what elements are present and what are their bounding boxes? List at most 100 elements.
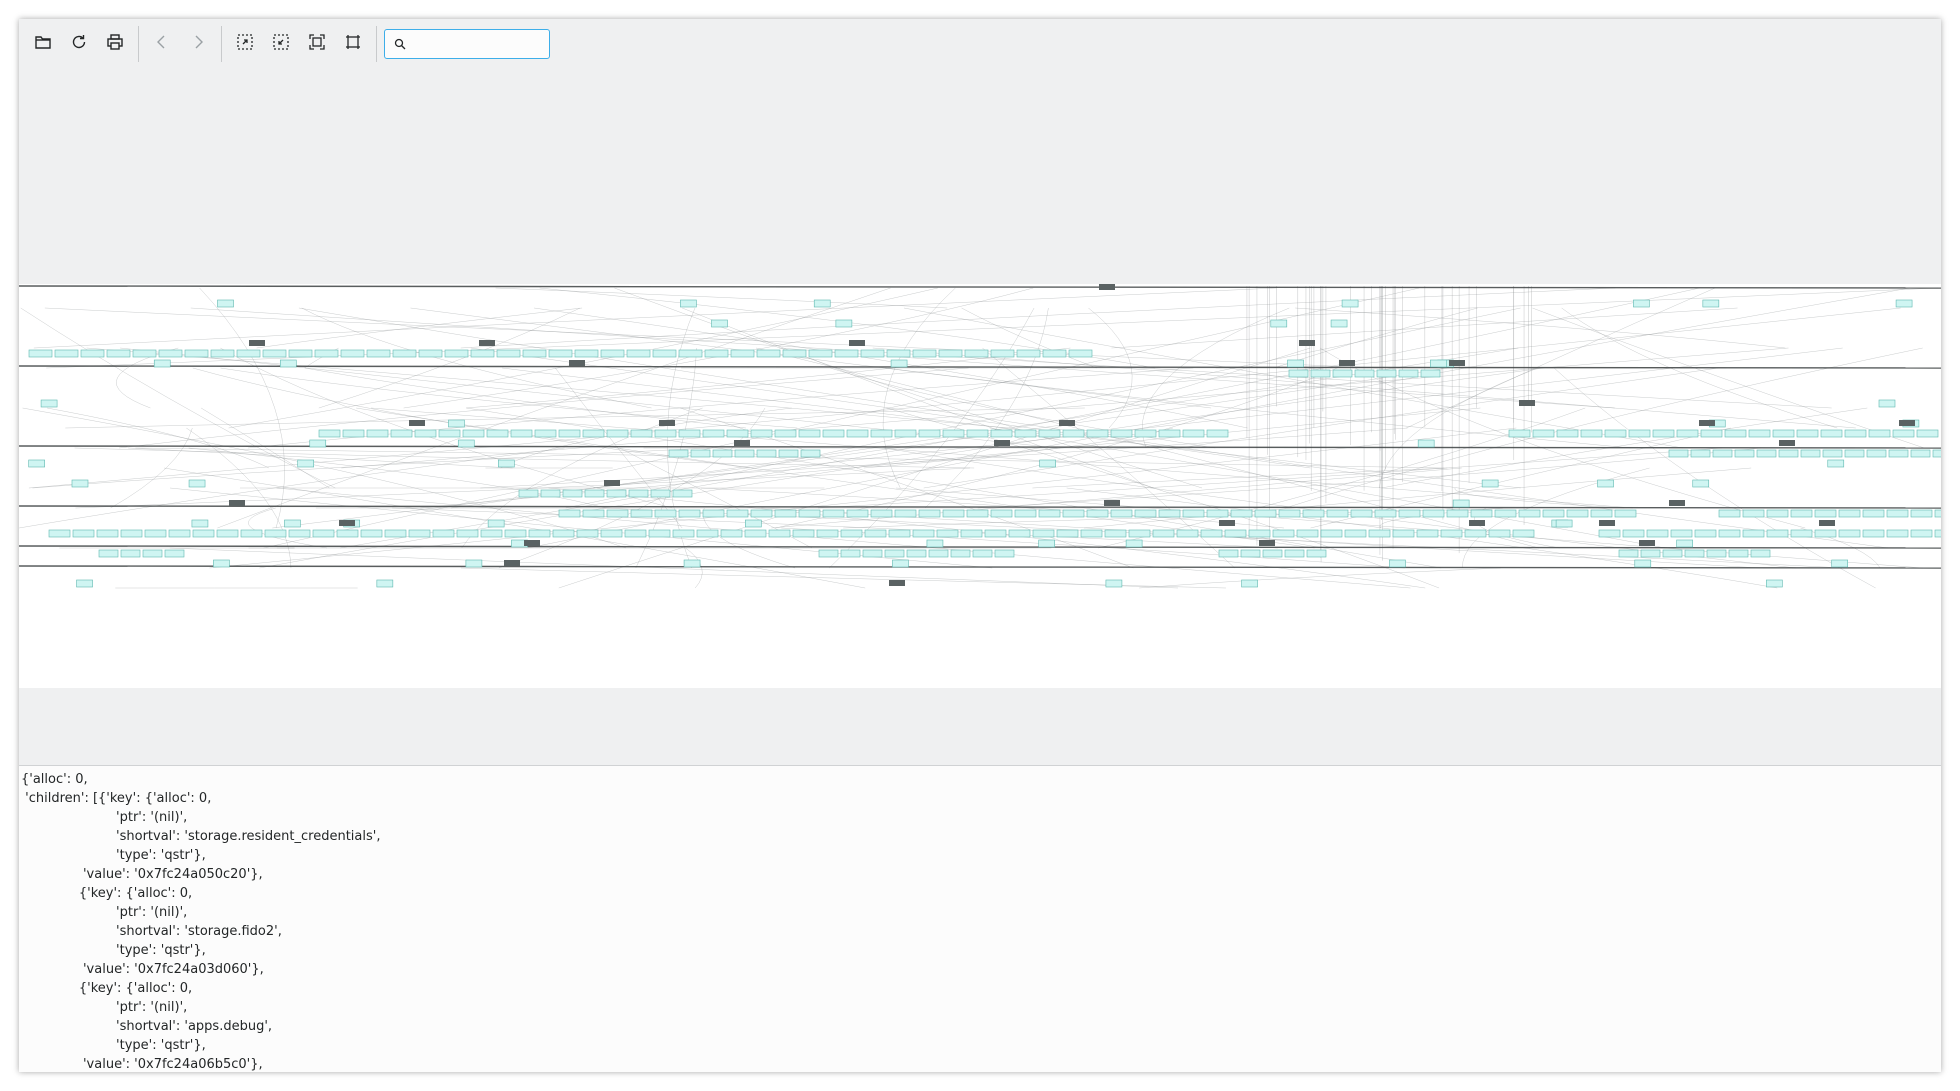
open-button[interactable] (25, 26, 61, 62)
graph-node (1440, 529, 1463, 538)
back-button[interactable] (144, 26, 180, 62)
graph-node (1862, 529, 1885, 538)
details-line: 'type': 'qstr'}, (116, 1038, 206, 1053)
graph-node (1724, 429, 1747, 438)
graph-node (164, 549, 185, 558)
forward-button[interactable] (180, 26, 216, 62)
graph-view[interactable] (19, 284, 1941, 688)
graph-node (846, 509, 869, 518)
graph-node (846, 429, 869, 438)
graph-node (750, 429, 773, 438)
graph-node (648, 529, 671, 538)
graph-node (1820, 429, 1843, 438)
graph-node (1712, 449, 1733, 458)
graph-edge (33, 287, 1277, 349)
details-panel[interactable]: {'alloc': 0, 'children': [{'key': {'allo… (19, 765, 1941, 1072)
graph-hub-node (1899, 420, 1915, 426)
search-input[interactable] (412, 32, 532, 56)
graph-node (624, 529, 647, 538)
graph-node (1676, 539, 1693, 548)
graph-canvas[interactable] (19, 69, 1941, 765)
graph-node (584, 489, 605, 498)
graph-node (153, 359, 171, 368)
graph-hub-node (524, 540, 540, 546)
graph-node (1512, 529, 1535, 538)
graph-node (1690, 449, 1711, 458)
graph-edge (666, 307, 696, 569)
details-line: {'key': {'alloc': 0, (78, 981, 193, 996)
zoom-out-button[interactable] (263, 26, 299, 62)
graph-node (834, 349, 859, 358)
graph-node (552, 529, 575, 538)
graph-node (1886, 529, 1909, 538)
graph-node (340, 349, 365, 358)
graph-node (1700, 429, 1723, 438)
graph-node (606, 509, 629, 518)
graph-node (1062, 509, 1085, 518)
graph-node (288, 529, 311, 538)
graph-node (711, 319, 728, 328)
graph-node (726, 509, 749, 518)
graph-node (1718, 529, 1741, 538)
graph-node (470, 349, 495, 358)
graph-edge (201, 407, 330, 489)
graph-node (1014, 429, 1037, 438)
graph-hub-node (504, 560, 520, 566)
details-text: {'alloc': 0, 'children': [{'key': {'allo… (21, 770, 1941, 1072)
zoom-original-button[interactable] (335, 26, 371, 62)
graph-node (582, 429, 605, 438)
graph-node (217, 299, 234, 308)
graph-node (487, 519, 505, 528)
graph-node (54, 349, 79, 358)
graph-node (1772, 429, 1795, 438)
graph-node (774, 429, 797, 438)
graph-node (1628, 429, 1651, 438)
graph-node (1032, 529, 1055, 538)
graph-node (1790, 509, 1813, 518)
graph-node (744, 529, 767, 538)
graph-node (1224, 529, 1247, 538)
zoom-in-button[interactable] (227, 26, 263, 62)
print-button[interactable] (97, 26, 133, 62)
graph-node (184, 349, 209, 358)
details-line: 'value': '0x7fc24a03d060'}, (82, 962, 264, 977)
graph-node (994, 549, 1015, 558)
graph-node (1766, 509, 1789, 518)
graph-node (756, 349, 781, 358)
search-box[interactable] (384, 29, 550, 59)
graph-edge (1098, 407, 1586, 549)
graph-node (1684, 549, 1705, 558)
graph-node (1330, 319, 1348, 328)
graph-node (1420, 369, 1441, 378)
graph-node (1008, 529, 1031, 538)
zoom-original-icon (344, 33, 362, 55)
graph-edge (1273, 307, 1478, 369)
zoom-fit-button[interactable] (299, 26, 335, 62)
graph-hub-node (249, 340, 265, 346)
graph-node (1662, 549, 1683, 558)
reload-button[interactable] (61, 26, 97, 62)
toolbar-separator (138, 26, 139, 62)
graph-node (390, 429, 413, 438)
graph-edge (817, 447, 1722, 509)
graph-hub-node (409, 420, 425, 426)
graph-node (1742, 509, 1765, 518)
graph-node (1481, 479, 1499, 488)
graph-node (28, 349, 53, 358)
graph-node (1278, 509, 1301, 518)
graph-edge (829, 307, 1035, 569)
graph-node (778, 449, 799, 458)
graph-node (1604, 429, 1627, 438)
graph-hub-node (479, 340, 495, 346)
graph-node (1341, 299, 1359, 308)
open-icon (34, 33, 52, 55)
graph-node (1350, 509, 1373, 518)
graph-node (1756, 449, 1777, 458)
graph-node (188, 479, 206, 488)
graph-node (1270, 319, 1288, 328)
graph-edge (74, 447, 975, 469)
graph-node (678, 509, 701, 518)
graph-node (360, 529, 383, 538)
graph-node (120, 529, 143, 538)
graph-node (1016, 349, 1041, 358)
